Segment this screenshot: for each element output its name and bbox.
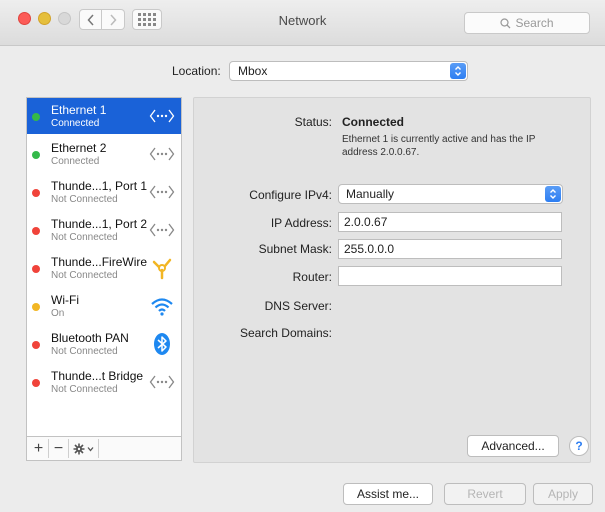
help-button[interactable]: ?: [569, 436, 589, 456]
service-item-thunderbolt-firewire[interactable]: Thunde...FireWire Not Connected: [27, 250, 181, 286]
service-list-toolbar: + −: [26, 437, 182, 461]
firewire-icon: [152, 258, 172, 280]
service-item-bluetooth-pan[interactable]: Bluetooth PAN Not Connected: [27, 326, 181, 362]
search-domains-label: Search Domains:: [239, 326, 332, 340]
status-label: Status:: [294, 115, 332, 129]
service-name: Thunde...1, Port 1: [51, 179, 148, 193]
service-status: Not Connected: [51, 270, 118, 281]
status-dot: [32, 379, 40, 387]
service-item-thunderbolt-bridge[interactable]: Thunde...t Bridge Not Connected: [27, 364, 181, 400]
configure-ipv4-select[interactable]: Manually: [338, 184, 563, 204]
status-dot: [32, 227, 40, 235]
service-item-wifi[interactable]: Wi-Fi On: [27, 288, 181, 324]
service-name: Thunde...FireWire: [51, 255, 148, 269]
service-name: Bluetooth PAN: [51, 331, 129, 345]
remove-service-button[interactable]: −: [49, 439, 69, 458]
service-name: Ethernet 1: [51, 103, 107, 117]
service-status: Not Connected: [51, 384, 118, 395]
configure-ipv4-value: Manually: [346, 187, 395, 201]
subnet-mask-label: Subnet Mask:: [258, 242, 332, 256]
service-name: Wi-Fi: [51, 293, 79, 307]
ethernet-icon: [149, 109, 175, 123]
search-placeholder: Search: [515, 16, 554, 30]
service-item-thunderbolt-port-1[interactable]: Thunde...1, Port 1 Not Connected: [27, 174, 181, 210]
ethernet-icon: [149, 375, 175, 389]
service-item-ethernet-2[interactable]: Ethernet 2 Connected: [27, 136, 181, 172]
service-name: Thunde...t Bridge: [51, 369, 144, 383]
status-value: Connected: [342, 115, 405, 129]
service-status: Not Connected: [51, 346, 118, 357]
configure-ipv4-label: Configure IPv4:: [249, 188, 332, 202]
service-status: Connected: [51, 156, 100, 167]
service-status: Not Connected: [51, 232, 118, 243]
ethernet-icon: [149, 185, 175, 199]
search-input[interactable]: Search: [464, 12, 590, 34]
location-label: Location:: [172, 64, 221, 78]
title-bar: Network Search: [0, 0, 605, 46]
service-status: Not Connected: [51, 194, 118, 205]
ethernet-icon: [149, 223, 175, 237]
action-menu-button[interactable]: [69, 439, 99, 458]
bluetooth-icon: [154, 333, 170, 355]
status-dot: [32, 303, 40, 311]
status-dot: [32, 151, 40, 159]
status-dot: [32, 341, 40, 349]
ip-address-label: IP Address:: [270, 216, 332, 230]
wifi-icon: [151, 298, 173, 316]
ip-address-field[interactable]: 2.0.0.67: [338, 212, 562, 232]
service-name: Thunde...1, Port 2: [51, 217, 148, 231]
revert-button[interactable]: Revert: [444, 483, 526, 505]
popup-arrows-icon: [545, 186, 561, 202]
service-item-thunderbolt-port-2[interactable]: Thunde...1, Port 2 Not Connected: [27, 212, 181, 248]
advanced-button[interactable]: Advanced...: [467, 435, 559, 457]
router-field[interactable]: [338, 266, 562, 286]
dns-server-label: DNS Server:: [264, 299, 332, 313]
status-description: Ethernet 1 is currently active and has t…: [342, 134, 536, 158]
location-value: Mbox: [238, 64, 268, 78]
status-dot: [32, 189, 40, 197]
popup-arrows-icon: [450, 63, 466, 79]
service-name: Ethernet 2: [51, 141, 107, 155]
location-select[interactable]: Mbox: [229, 61, 468, 81]
apply-button[interactable]: Apply: [533, 483, 593, 505]
status-dot: [32, 113, 40, 121]
ethernet-icon: [149, 147, 175, 161]
service-list: Ethernet 1 Connected Ethernet 2 Connecte…: [26, 97, 182, 437]
status-dot: [32, 265, 40, 273]
search-icon: [500, 17, 511, 28]
service-status: Connected: [51, 118, 100, 129]
assist-me-button[interactable]: Assist me...: [343, 483, 433, 505]
router-label: Router:: [292, 270, 332, 284]
gear-icon: [73, 443, 93, 454]
subnet-mask-field[interactable]: 255.0.0.0: [338, 239, 562, 259]
add-service-button[interactable]: +: [29, 439, 49, 458]
service-item-ethernet-1[interactable]: Ethernet 1 Connected: [27, 98, 181, 134]
service-status: On: [51, 308, 65, 319]
